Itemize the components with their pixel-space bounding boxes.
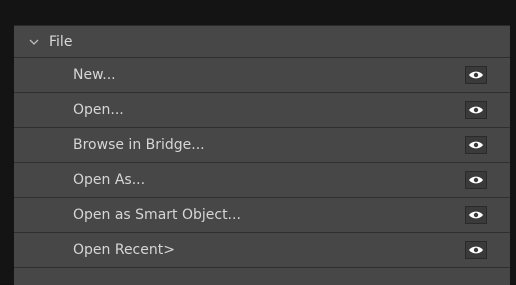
- menu-item-label: Open as Smart Object...: [73, 207, 241, 223]
- window-frame: File New... Open... Browse in Bridge...: [0, 0, 516, 285]
- menu-item-row[interactable]: Open Recent>: [14, 233, 510, 268]
- menu-item-label: New...: [73, 67, 116, 83]
- menu-item-label: Open...: [73, 102, 124, 118]
- menu-item-row[interactable]: Open...: [14, 93, 510, 128]
- eye-icon[interactable]: [465, 241, 487, 259]
- chevron-down-icon: [29, 39, 39, 45]
- section-header-file[interactable]: File: [14, 26, 510, 58]
- eye-icon[interactable]: [465, 66, 487, 84]
- section-title: File: [49, 33, 73, 50]
- menu-item-label: Open Recent>: [73, 242, 175, 258]
- menu-visibility-panel: File New... Open... Browse in Bridge...: [14, 25, 510, 285]
- eye-icon[interactable]: [465, 171, 487, 189]
- eye-icon[interactable]: [465, 206, 487, 224]
- menu-item-list: New... Open... Browse in Bridge... Open …: [14, 58, 510, 268]
- menu-item-row[interactable]: Open as Smart Object...: [14, 198, 510, 233]
- menu-item-row[interactable]: Open As...: [14, 163, 510, 198]
- menu-item-row[interactable]: Browse in Bridge...: [14, 128, 510, 163]
- menu-item-label: Open As...: [73, 172, 146, 188]
- menu-item-label: Browse in Bridge...: [73, 137, 205, 153]
- eye-icon[interactable]: [465, 136, 487, 154]
- eye-icon[interactable]: [465, 101, 487, 119]
- menu-item-row[interactable]: New...: [14, 58, 510, 93]
